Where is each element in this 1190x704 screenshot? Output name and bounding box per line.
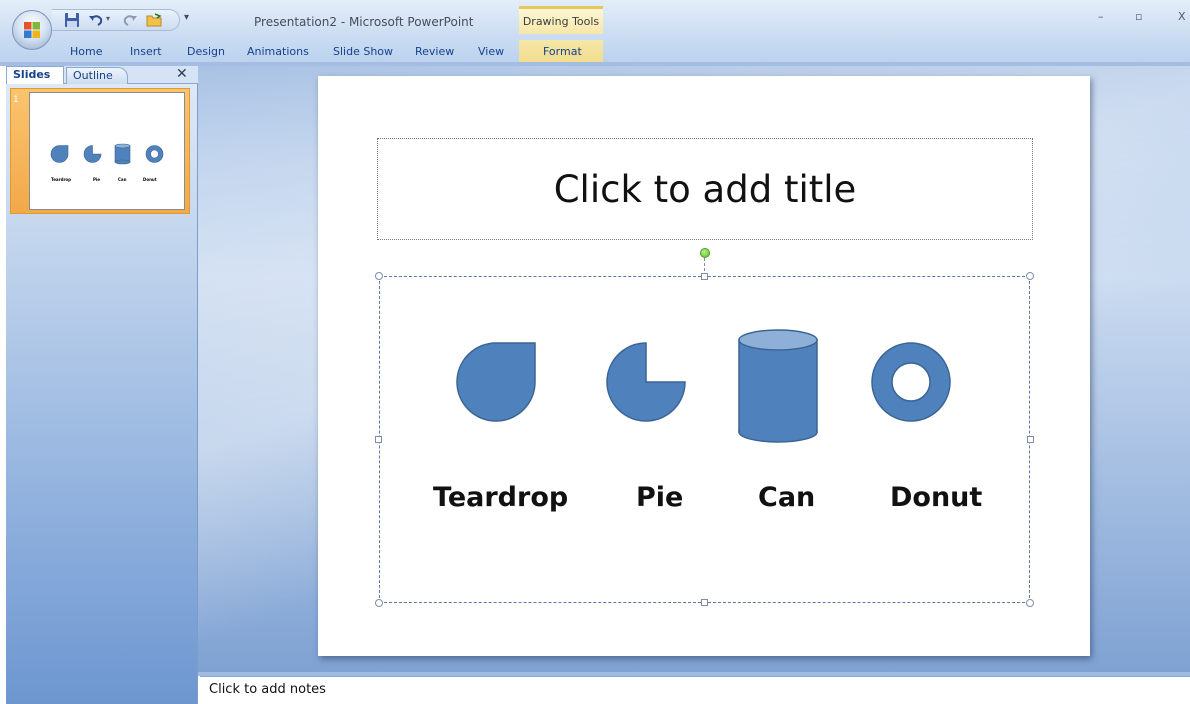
undo-icon[interactable] (88, 12, 104, 28)
resize-handle-bottom[interactable] (701, 599, 708, 606)
restore-button[interactable]: ▫ (1135, 10, 1142, 23)
thumb-label-teardrop: Teardrop (51, 177, 72, 182)
thumb-teardrop-icon (50, 145, 69, 163)
resize-handle-top[interactable] (701, 273, 708, 280)
drawing-tools-header: Drawing Tools (519, 6, 603, 34)
slide-thumbnail[interactable]: Teardrop Pie Can Donut (29, 92, 185, 210)
minimize-button[interactable]: – (1098, 10, 1104, 23)
thumb-pie-icon (83, 145, 102, 163)
tab-review[interactable]: Review (415, 45, 454, 58)
resize-handle-right[interactable] (1027, 436, 1034, 443)
tab-design[interactable]: Design (187, 45, 225, 58)
teardrop-shape[interactable] (456, 342, 536, 422)
label-pie: Pie (636, 482, 684, 513)
rotation-handle[interactable] (700, 248, 710, 258)
office-button[interactable] (12, 10, 52, 50)
donut-shape[interactable] (871, 342, 951, 422)
tab-view[interactable]: View (478, 45, 504, 58)
tab-animations[interactable]: Animations (247, 45, 309, 58)
resize-handle-top-right[interactable] (1026, 272, 1034, 280)
thumb-can-icon (114, 143, 131, 165)
notes-placeholder: Click to add notes (209, 682, 326, 697)
label-teardrop: Teardrop (433, 482, 569, 513)
thumbnail-shapes (50, 143, 164, 165)
customize-qat-icon[interactable]: ▾ (184, 12, 189, 23)
label-donut: Donut (890, 482, 983, 513)
thumb-label-pie: Pie (93, 177, 101, 182)
slide-shapes (456, 329, 951, 443)
thumb-label-donut: Donut (143, 177, 157, 182)
pie-shape[interactable] (606, 342, 686, 422)
resize-handle-bottom-right[interactable] (1026, 599, 1034, 607)
tab-home[interactable]: Home (70, 45, 102, 58)
resize-handle-left[interactable] (375, 436, 382, 443)
resize-handle-top-left[interactable] (375, 272, 383, 280)
title-placeholder[interactable]: Click to add title (377, 138, 1033, 240)
save-icon[interactable] (64, 12, 80, 28)
office-logo-icon (24, 22, 40, 38)
redo-icon[interactable] (122, 12, 138, 28)
undo-dropdown-icon[interactable]: ▾ (106, 14, 110, 23)
can-shape[interactable] (738, 329, 818, 443)
tab-insert[interactable]: Insert (130, 45, 162, 58)
thumb-donut-icon (145, 145, 164, 163)
thumb-label-can: Can (118, 177, 127, 182)
tab-outline[interactable]: Outline (66, 67, 128, 84)
tab-slide-show[interactable]: Slide Show (333, 45, 393, 58)
close-button[interactable]: X (1178, 10, 1186, 23)
label-can: Can (758, 482, 816, 513)
resize-handle-bottom-left[interactable] (375, 599, 383, 607)
pane-close-icon[interactable]: ✕ (176, 66, 188, 82)
open-folder-icon[interactable] (146, 12, 162, 28)
window-title: Presentation2 - Microsoft PowerPoint (254, 15, 474, 29)
quick-access-toolbar: ▾ (52, 9, 180, 31)
tab-slides[interactable]: Slides (6, 66, 64, 84)
slide-number: 1 (13, 95, 19, 105)
tab-format[interactable]: Format (543, 45, 582, 58)
title-placeholder-text: Click to add title (553, 167, 857, 211)
notes-pane[interactable] (200, 676, 1190, 704)
